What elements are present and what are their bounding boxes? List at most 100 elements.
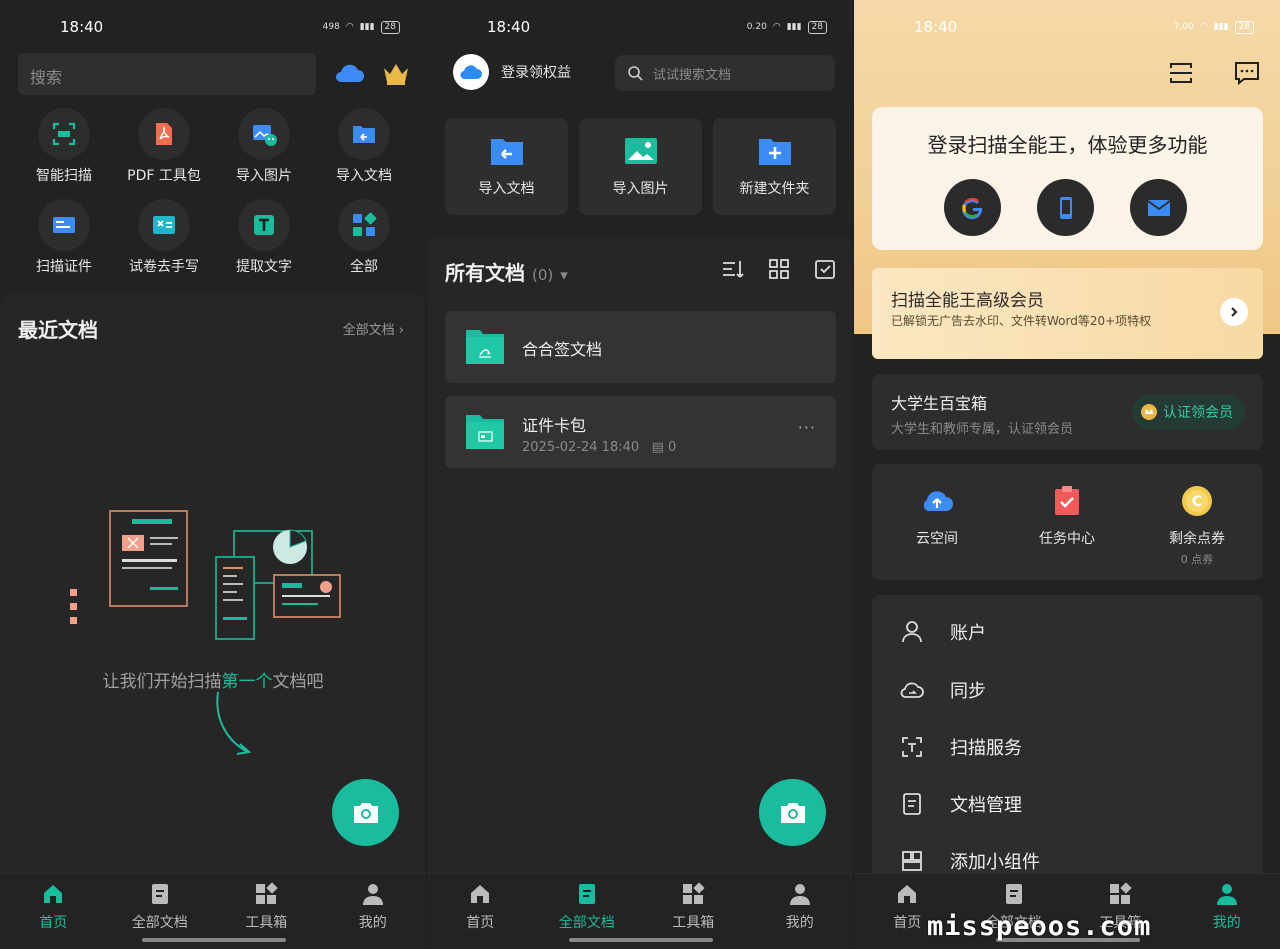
home-indicator [569, 938, 713, 942]
tab-home[interactable]: 首页 [0, 874, 107, 949]
status-time: 18:40 [914, 18, 958, 36]
folder-item[interactable]: 证件卡包 2025-02-24 18:40 ▤ 0 ··· [445, 396, 836, 468]
tool-label: 扫描证件 [36, 259, 92, 275]
grid-view-icon[interactable] [767, 257, 791, 281]
all-docs-link[interactable]: 全部文档 › [343, 319, 404, 338]
image-wechat-icon [238, 108, 290, 160]
more-icon[interactable]: ··· [798, 418, 816, 437]
tab-label: 首页 [466, 915, 495, 931]
login-entry[interactable]: 登录领权益 [453, 54, 571, 90]
menu-doc-management[interactable]: 文档管理 [900, 791, 1022, 817]
cloud-space[interactable]: 云空间 [872, 484, 1002, 548]
stat-label: 云空间 [916, 531, 958, 547]
all-docs-title[interactable]: 所有文档 (0) ▾ [445, 257, 568, 286]
tab-home[interactable]: 首页 [427, 874, 534, 949]
menu-add-widget[interactable]: 添加小组件 [900, 848, 1040, 874]
tool-label: 导入图片 [236, 168, 292, 184]
tool-pdf[interactable]: PDF 工具包 [114, 108, 214, 185]
vip-card[interactable]: 扫描全能王高级会员 已解锁无广告去水印、文件转Word等20+项特权 [872, 268, 1263, 359]
user-icon [789, 884, 810, 905]
search-input[interactable]: 搜索 [18, 53, 316, 95]
scan-qr-icon[interactable] [1168, 60, 1194, 86]
search-placeholder: 试试搜索文档 [653, 67, 732, 83]
tab-me[interactable]: 我的 [320, 874, 427, 949]
tool-remove-handwriting[interactable]: 试卷去手写 [114, 199, 214, 276]
document-icon [578, 884, 595, 904]
status-icons: 7.00 ◠ ▮▮▮ 28 [1174, 20, 1254, 34]
camera-button[interactable] [332, 779, 399, 846]
id-card-icon [38, 199, 90, 251]
tool-smart-scan[interactable]: 智能扫描 [14, 108, 114, 185]
tool-import-image[interactable]: 导入图片 [214, 108, 314, 185]
arrow-icon [216, 691, 252, 755]
email-login-button[interactable] [1130, 179, 1187, 236]
login-card: 登录扫描全能王，体验更多功能 [872, 107, 1263, 250]
verify-member-button[interactable]: 认证领会员 [1132, 394, 1245, 430]
tab-label: 首页 [39, 915, 68, 931]
vip-title: 扫描全能王高级会员 [891, 291, 1044, 311]
tab-me[interactable]: 我的 [1174, 874, 1280, 949]
quick-label: 导入图片 [612, 180, 669, 197]
tool-label: 全部 [350, 259, 378, 275]
status-icons: 498 ◠ ▮▮▮ 28 [323, 20, 400, 34]
chevron-right-icon[interactable] [1220, 298, 1248, 326]
menu-sync[interactable]: 同步 [900, 677, 986, 703]
folder-id-icon [466, 415, 504, 449]
search-input[interactable]: 试试搜索文档 [615, 55, 835, 91]
select-icon[interactable] [813, 257, 837, 281]
crown-icon[interactable] [381, 60, 411, 86]
all-docs-screen: 18:40 0.20 ◠ ▮▮▮ 28 登录领权益 试试搜索文档 导入文档 导入… [427, 0, 853, 949]
student-card[interactable]: 大学生百宝箱 大学生和教师专属，认证领会员 认证领会员 [872, 374, 1263, 450]
mail-icon [1146, 199, 1171, 216]
task-center[interactable]: 任务中心 [1002, 484, 1132, 548]
sort-icon[interactable] [721, 257, 745, 281]
empty-text-part: 文档吧 [272, 672, 324, 692]
battery-icon: 28 [380, 20, 400, 34]
document-icon [1005, 884, 1022, 904]
scan-text-icon [902, 737, 922, 757]
tool-scan-id[interactable]: 扫描证件 [14, 199, 114, 276]
remaining-coupons[interactable]: C 剩余点券 0 点券 [1132, 484, 1262, 567]
folder-sign-icon [466, 330, 504, 364]
tool-import-doc[interactable]: 导入文档 [314, 108, 414, 185]
net-speed: 0.20 [746, 22, 767, 32]
message-icon[interactable] [1234, 60, 1260, 86]
menu-scan-service[interactable]: 扫描服务 [900, 734, 1022, 760]
camera-icon [353, 802, 378, 823]
recent-docs-title: 最近文档 [18, 318, 98, 342]
tab-me[interactable]: 我的 [747, 874, 854, 949]
folder-name: 证件卡包 [522, 416, 587, 435]
import-image-button[interactable]: 导入图片 [579, 118, 702, 215]
menu-label: 添加小组件 [950, 852, 1040, 873]
folder-date: 2025-02-24 18:40 [522, 440, 640, 455]
home-screen: 18:40 498 ◠ ▮▮▮ 28 搜索 智能扫描 PDF 工具包 导入图片 … [0, 0, 426, 949]
toolbox-icon [1110, 882, 1132, 904]
tab-label: 我的 [785, 915, 814, 931]
folder-meta: 2025-02-24 18:40 ▤ 0 [522, 440, 676, 455]
new-folder-button[interactable]: 新建文件夹 [713, 118, 836, 215]
tool-grid: 智能扫描 PDF 工具包 导入图片 导入文档 扫描证件 试卷去手写 提取文字 全… [14, 108, 414, 276]
folder-count: 0 [668, 440, 677, 455]
watermark: misspeoos.com [927, 911, 1152, 942]
cloud-avatar-icon [453, 54, 489, 90]
pdf-icon [138, 108, 190, 160]
google-login-button[interactable] [944, 179, 1001, 236]
camera-button[interactable] [759, 779, 826, 846]
header-actions [1168, 60, 1260, 86]
quick-label: 新建文件夹 [739, 180, 810, 197]
empty-text-part: 让我们开始扫描 [102, 672, 222, 692]
menu-label: 同步 [950, 681, 986, 702]
crown-badge-icon [1141, 404, 1157, 420]
status-time: 18:40 [487, 18, 531, 36]
folder-add-icon [758, 138, 791, 165]
cloud-icon[interactable] [333, 60, 365, 84]
tool-all[interactable]: 全部 [314, 199, 414, 276]
tool-extract-text[interactable]: 提取文字 [214, 199, 314, 276]
menu-account[interactable]: 账户 [900, 619, 986, 645]
vip-subtitle: 已解锁无广告去水印、文件转Word等20+项特权 [891, 314, 1152, 328]
cloud-sync-icon [900, 682, 924, 698]
folder-item[interactable]: 合合签文档 [445, 311, 836, 383]
phone-login-button[interactable] [1037, 179, 1094, 236]
toolbox-icon [683, 882, 705, 904]
import-doc-button[interactable]: 导入文档 [445, 118, 568, 215]
